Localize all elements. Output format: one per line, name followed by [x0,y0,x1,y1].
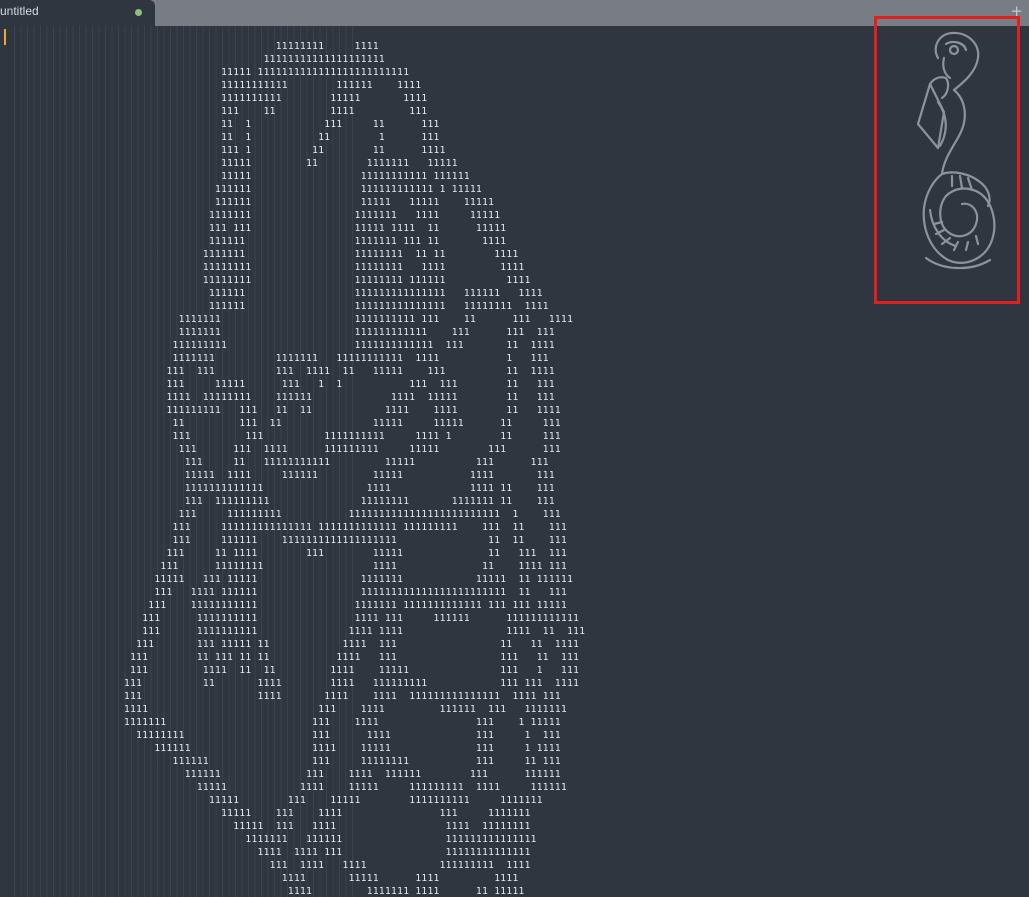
tab-title: untitled [0,4,39,18]
tab-untitled[interactable]: untitled [0,0,155,26]
unsaved-indicator-icon [135,9,142,16]
snake-minimap-icon[interactable] [908,28,998,276]
text-cursor [4,29,6,45]
editor-text[interactable]: 11111111 1111 11111111111111111111 11111… [124,40,585,897]
